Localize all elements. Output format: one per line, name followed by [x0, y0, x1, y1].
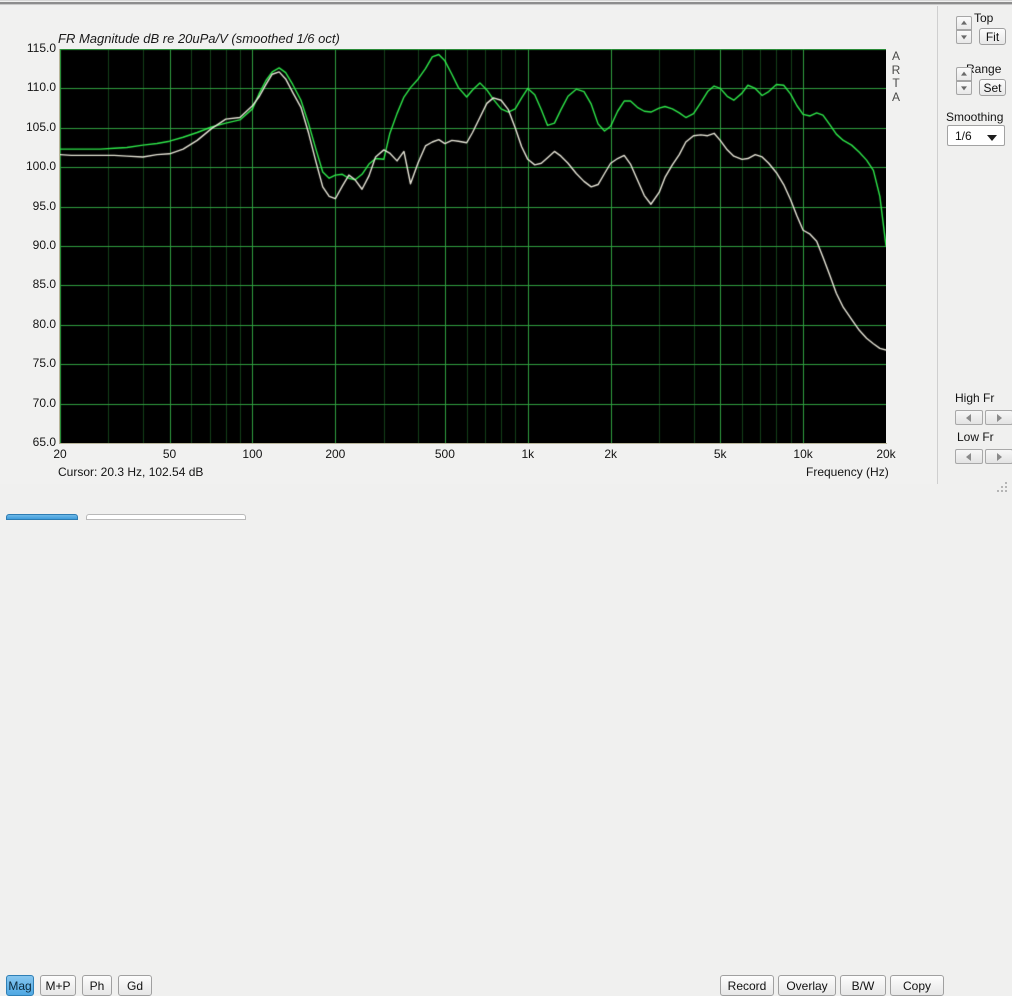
- x-tick-label: 5k: [714, 447, 727, 461]
- y-tick-label: 115.0: [12, 41, 56, 55]
- x-tick-label: 20k: [876, 447, 895, 461]
- arta-letter-1: A: [890, 50, 902, 64]
- view-mode-button-gd[interactable]: Gd: [118, 975, 152, 996]
- x-axis-label: Frequency (Hz): [806, 465, 889, 479]
- range-set-button[interactable]: Set: [979, 79, 1006, 96]
- range-spinner-up[interactable]: [956, 67, 972, 81]
- x-tick-label: 200: [325, 447, 345, 461]
- cursor-readout: Cursor: 20.3 Hz, 102.54 dB: [58, 465, 203, 479]
- taskbar-item-active[interactable]: [6, 514, 78, 520]
- right-control-panel: Top Fit Range Set Smoothing 1/6 High Fr …: [938, 6, 1012, 484]
- y-tick-label: 105.0: [12, 120, 56, 134]
- x-tick-label: 10k: [793, 447, 812, 461]
- resize-grip[interactable]: [997, 482, 1009, 494]
- y-tick-label: 100.0: [12, 159, 56, 173]
- view-mode-button-ph[interactable]: Ph: [82, 975, 112, 996]
- action-button-b-w[interactable]: B/W: [840, 975, 886, 996]
- range-spinner-down[interactable]: [956, 81, 972, 95]
- plot-axis-bottom: [59, 443, 887, 444]
- action-button-record[interactable]: Record: [720, 975, 774, 996]
- action-button-copy[interactable]: Copy: [890, 975, 944, 996]
- top-spinner[interactable]: [956, 16, 972, 46]
- range-spinner[interactable]: [956, 67, 972, 97]
- y-tick-label: 85.0: [12, 277, 56, 291]
- x-tick-label: 1k: [521, 447, 534, 461]
- arta-letter-4: A: [890, 91, 902, 105]
- y-tick-label: 75.0: [12, 356, 56, 370]
- y-tick-label: 70.0: [12, 396, 56, 410]
- top-spinner-down[interactable]: [956, 30, 972, 44]
- low-fr-decrease-button[interactable]: [955, 449, 983, 464]
- top-spinner-up[interactable]: [956, 16, 972, 30]
- low-fr-increase-button[interactable]: [985, 449, 1012, 464]
- window-top-highlight: [0, 4, 1012, 5]
- y-tick-label: 95.0: [12, 199, 56, 213]
- view-mode-button-m-p[interactable]: M+P: [40, 975, 76, 996]
- y-tick-label: 110.0: [12, 80, 56, 94]
- smoothing-select[interactable]: 1/6: [947, 125, 1005, 146]
- y-tick-label: 80.0: [12, 317, 56, 331]
- high-fr-decrease-button[interactable]: [955, 410, 983, 425]
- view-mode-button-mag[interactable]: Mag: [6, 975, 34, 996]
- chevron-down-icon: [987, 135, 997, 141]
- y-axis-ticks: 65.070.075.080.085.090.095.0100.0105.011…: [6, 49, 56, 443]
- arta-letter-3: T: [890, 77, 902, 91]
- action-button-overlay[interactable]: Overlay: [778, 975, 836, 996]
- arta-letter-2: R: [890, 64, 902, 78]
- plot-curves: [60, 49, 886, 443]
- arta-watermark: A R T A: [890, 50, 902, 104]
- plot-area[interactable]: [60, 49, 886, 443]
- y-tick-label: 90.0: [12, 238, 56, 252]
- chart-title: FR Magnitude dB re 20uPa/V (smoothed 1/6…: [58, 31, 340, 46]
- window-top-border: [0, 0, 1012, 1]
- x-tick-label: 50: [163, 447, 176, 461]
- low-fr-label: Low Fr: [957, 430, 994, 444]
- arta-main-window: FR Magnitude dB re 20uPa/V (smoothed 1/6…: [0, 0, 1012, 520]
- top-fit-button[interactable]: Fit: [979, 28, 1006, 45]
- top-label: Top: [974, 11, 993, 25]
- x-tick-label: 2k: [604, 447, 617, 461]
- graph-panel: FR Magnitude dB re 20uPa/V (smoothed 1/6…: [0, 6, 938, 484]
- x-tick-label: 20: [53, 447, 66, 461]
- smoothing-value: 1/6: [955, 129, 972, 143]
- taskbar-item-secondary[interactable]: [86, 514, 246, 520]
- x-tick-label: 100: [242, 447, 262, 461]
- x-tick-label: 500: [435, 447, 455, 461]
- high-fr-increase-button[interactable]: [985, 410, 1012, 425]
- x-axis-ticks: 20 50 100 200 500 1k 2k 5k 10k 20k: [0, 447, 938, 465]
- smoothing-label: Smoothing: [946, 110, 1003, 124]
- high-fr-label: High Fr: [955, 391, 994, 405]
